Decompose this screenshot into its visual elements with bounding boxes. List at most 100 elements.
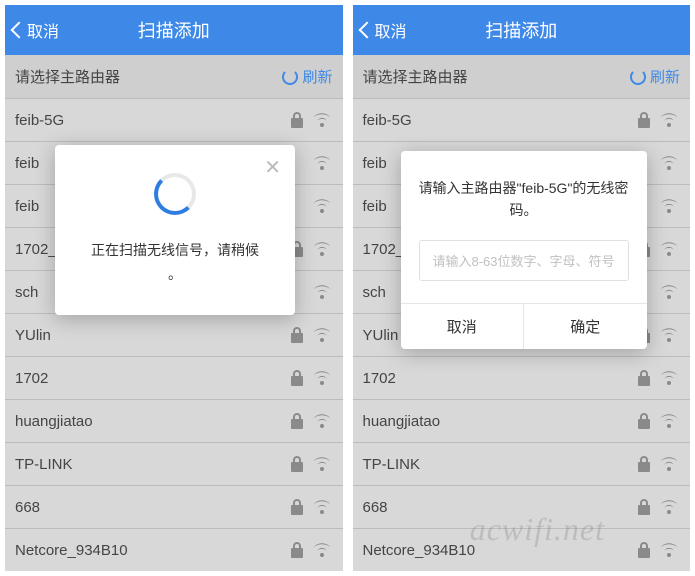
wifi-icon: [311, 240, 333, 258]
refresh-icon: [282, 69, 298, 85]
network-row[interactable]: Netcore_934B10: [353, 529, 691, 571]
lock-icon: [289, 455, 305, 473]
network-icons: [658, 197, 680, 215]
wifi-icon: [311, 412, 333, 430]
wifi-icon: [658, 197, 680, 215]
network-ssid: 1702_: [363, 241, 405, 258]
network-row[interactable]: 668: [5, 486, 343, 529]
scanning-modal: ✕ 正在扫描无线信号，请稍候 。: [55, 145, 295, 315]
cancel-button[interactable]: 取消: [401, 304, 525, 349]
network-ssid: sch: [363, 284, 386, 301]
network-row[interactable]: 1702: [5, 357, 343, 400]
lock-icon: [289, 369, 305, 387]
password-message: 请输入主路由器"feib-5G"的无线密码。: [401, 151, 647, 240]
network-ssid: feib: [15, 198, 39, 215]
network-ssid: 668: [15, 499, 40, 516]
network-icons: [311, 154, 333, 172]
network-ssid: TP-LINK: [15, 456, 73, 473]
network-ssid: 668: [363, 499, 388, 516]
network-row[interactable]: huangjiatao: [5, 400, 343, 443]
phone-screen-right: 取消 扫描添加 请选择主路由器 刷新 feib-5Gfeibfeib1702_s…: [353, 5, 691, 571]
spinner-icon: [154, 173, 196, 215]
subheader: 请选择主路由器 刷新: [353, 55, 691, 99]
network-icons: [311, 283, 333, 301]
wifi-icon: [311, 197, 333, 215]
subheader: 请选择主路由器 刷新: [5, 55, 343, 99]
back-button[interactable]: 取消: [13, 18, 59, 42]
network-icons: [658, 154, 680, 172]
confirm-button[interactable]: 确定: [524, 304, 647, 349]
network-row[interactable]: 668: [353, 486, 691, 529]
network-icons: [636, 455, 680, 473]
network-icons: [289, 455, 333, 473]
wifi-icon: [658, 111, 680, 129]
titlebar: 取消 扫描添加: [353, 5, 691, 55]
subheader-prompt: 请选择主路由器: [363, 66, 468, 87]
network-ssid: 1702_: [15, 241, 57, 258]
lock-icon: [289, 498, 305, 516]
network-icons: [636, 369, 680, 387]
network-ssid: feib: [15, 155, 39, 172]
network-row[interactable]: feib-5G: [353, 99, 691, 142]
lock-icon: [636, 412, 652, 430]
lock-icon: [289, 412, 305, 430]
password-modal: 请输入主路由器"feib-5G"的无线密码。 请输入8-63位数字、字母、符号 …: [401, 151, 647, 349]
wifi-icon: [658, 498, 680, 516]
scan-message: 正在扫描无线信号，请稍候 。: [91, 239, 259, 287]
wifi-icon: [311, 283, 333, 301]
wifi-icon: [311, 154, 333, 172]
network-row[interactable]: TP-LINK: [353, 443, 691, 486]
network-ssid: huangjiatao: [15, 413, 93, 430]
network-ssid: 1702: [363, 370, 396, 387]
lock-icon: [289, 541, 305, 559]
wifi-icon: [658, 326, 680, 344]
network-row[interactable]: feib-5G: [5, 99, 343, 142]
wifi-icon: [658, 283, 680, 301]
wifi-icon: [311, 455, 333, 473]
close-icon[interactable]: ✕: [264, 155, 281, 180]
network-ssid: YUlin: [363, 327, 399, 344]
network-row[interactable]: huangjiatao: [353, 400, 691, 443]
network-row[interactable]: Netcore_934B10: [5, 529, 343, 571]
network-icons: [636, 412, 680, 430]
network-icons: [289, 369, 333, 387]
wifi-icon: [658, 412, 680, 430]
network-ssid: 1702: [15, 370, 48, 387]
wifi-icon: [311, 111, 333, 129]
wifi-icon: [658, 455, 680, 473]
network-ssid: Netcore_934B10: [363, 542, 476, 559]
network-row[interactable]: 1702: [353, 357, 691, 400]
refresh-button[interactable]: 刷新: [630, 66, 680, 87]
refresh-button[interactable]: 刷新: [282, 66, 332, 87]
refresh-icon: [630, 69, 646, 85]
wifi-icon: [311, 326, 333, 344]
refresh-label: 刷新: [650, 66, 680, 87]
subheader-prompt: 请选择主路由器: [15, 66, 120, 87]
network-icons: [289, 541, 333, 559]
lock-icon: [636, 111, 652, 129]
back-label: 取消: [375, 18, 407, 42]
network-ssid: Netcore_934B10: [15, 542, 128, 559]
network-icons: [289, 498, 333, 516]
lock-icon: [636, 541, 652, 559]
network-ssid: feib-5G: [15, 112, 64, 129]
phone-screen-left: 取消 扫描添加 请选择主路由器 刷新 feib-5G feib feib 1702_s…: [5, 5, 343, 571]
network-ssid: sch: [15, 284, 38, 301]
network-row[interactable]: TP-LINK: [5, 443, 343, 486]
titlebar: 取消 扫描添加: [5, 5, 343, 55]
network-icons: [636, 111, 680, 129]
wifi-icon: [658, 541, 680, 559]
password-input[interactable]: 请输入8-63位数字、字母、符号: [419, 240, 629, 281]
network-ssid: huangjiatao: [363, 413, 441, 430]
wifi-icon: [311, 541, 333, 559]
wifi-icon: [658, 369, 680, 387]
network-ssid: feib: [363, 198, 387, 215]
network-ssid: YUlin: [15, 327, 51, 344]
lock-icon: [289, 111, 305, 129]
wifi-icon: [311, 498, 333, 516]
network-row[interactable]: YUlin: [5, 314, 343, 357]
back-label: 取消: [27, 18, 59, 42]
back-button[interactable]: 取消: [361, 18, 407, 42]
back-arrow-icon: [358, 22, 375, 39]
network-icons: [658, 283, 680, 301]
